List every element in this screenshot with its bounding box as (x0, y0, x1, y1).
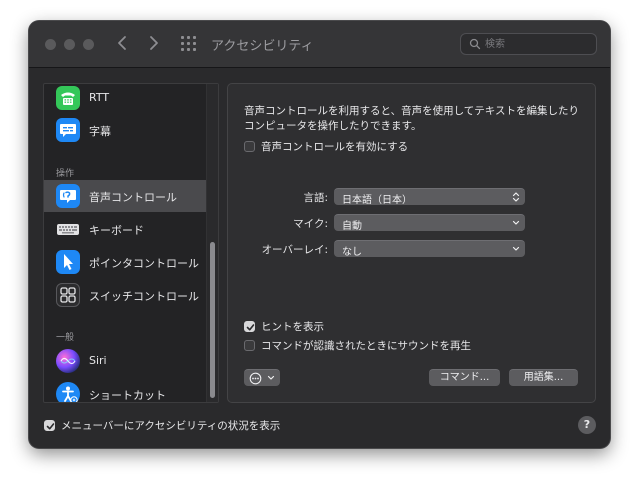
sidebar-item-label: キーボード (89, 224, 144, 237)
enable-voice-control-checkbox[interactable] (244, 141, 255, 152)
enable-voice-control-label: 音声コントロールを有効にする (261, 141, 409, 153)
section-header-motor: 操作 (56, 169, 75, 179)
voice-control-panel: 音声コントロールを利用すると、音声を使用してテキストを編集したりコンピュータを操… (227, 83, 596, 403)
language-select[interactable]: 日本語（日本） (334, 188, 525, 206)
sidebar-item-label: ショートカット (89, 389, 166, 402)
overlay-label: オーバーレイ: (261, 244, 328, 256)
checkmark-icon (46, 423, 55, 430)
switch-control-icon (56, 283, 80, 307)
panel-description: 音声コントロールを利用すると、音声を使用してテキストを編集したりコンピュータを操… (244, 105, 579, 132)
sidebar-item-shortcut[interactable]: ショートカット (44, 378, 206, 402)
chevron-down-icon (512, 220, 520, 225)
microphone-value: 自動 (342, 221, 362, 232)
chevron-down-icon (267, 375, 275, 380)
microphone-select[interactable]: 自動 (334, 214, 525, 232)
sidebar-item-label: 字幕 (89, 125, 111, 138)
language-label: 言語: (303, 192, 328, 204)
sidebar-item-label: RTT (89, 91, 110, 104)
minimize-window-button[interactable] (64, 39, 75, 50)
sidebar-item-label: Siri (89, 354, 107, 367)
sidebar-item-label: 音声コントロール (89, 191, 177, 204)
keyboard-icon (56, 217, 80, 241)
voice-control-icon (56, 184, 80, 208)
sidebar-item-label: スイッチコントロール (89, 290, 199, 303)
sidebar-item-rtt[interactable]: RTT (44, 84, 206, 114)
sidebar-item-keyboard[interactable]: キーボード (44, 213, 206, 245)
show-hints-label: ヒントを表示 (261, 321, 324, 333)
pointer-control-icon (56, 250, 80, 274)
updown-chevron-icon (512, 192, 520, 202)
chevron-left-icon (118, 36, 126, 50)
shortcut-icon (56, 382, 80, 402)
show-all-grid-icon[interactable] (181, 36, 199, 52)
sidebar-item-pointer-control[interactable]: ポインタコントロール (44, 246, 206, 278)
language-value: 日本語（日本） (342, 195, 412, 206)
close-window-button[interactable] (45, 39, 56, 50)
zoom-window-button[interactable] (83, 39, 94, 50)
rtt-icon (56, 86, 80, 110)
back-button[interactable] (113, 33, 133, 53)
captions-icon (56, 118, 80, 142)
checkmark-icon (246, 324, 255, 331)
sidebar: RTT 字幕 操作 音声コントロール キーボード ポインタコントロール スイッチ… (43, 83, 219, 403)
chevron-down-icon (512, 246, 520, 251)
sidebar-item-siri[interactable]: Siri (44, 345, 206, 377)
search-icon (469, 38, 481, 50)
preferences-window: アクセシビリティ 検索 RTT 字幕 操作 音声コントロール キーボード ポイン… (29, 21, 610, 448)
ellipsis-circle-icon (249, 372, 262, 385)
search-input[interactable] (485, 36, 589, 52)
help-button[interactable]: ? (578, 416, 596, 434)
overlay-select[interactable]: なし (334, 240, 525, 258)
sidebar-item-voice-control[interactable]: 音声コントロール (44, 180, 206, 212)
vocabulary-button[interactable]: 用語集... (509, 369, 578, 386)
overlay-value: なし (342, 247, 362, 258)
show-hints-checkbox[interactable] (244, 321, 255, 332)
sidebar-scroll-thumb[interactable] (210, 242, 215, 398)
play-sound-checkbox[interactable] (244, 340, 255, 351)
window-title: アクセシビリティ (211, 39, 314, 54)
chevron-right-icon (150, 36, 158, 50)
section-header-general: 一般 (56, 333, 75, 343)
siri-icon (56, 349, 80, 373)
show-in-menubar-label: メニューバーにアクセシビリティの状況を表示 (61, 420, 281, 432)
search-field[interactable] (460, 33, 597, 55)
forward-button[interactable] (143, 33, 163, 53)
title-bar: アクセシビリティ (29, 21, 610, 68)
microphone-label: マイク: (293, 218, 328, 230)
play-sound-label: コマンドが認識されたときにサウンドを再生 (261, 340, 471, 352)
show-in-menubar-checkbox[interactable] (44, 420, 55, 431)
more-options-button[interactable] (244, 369, 280, 386)
sidebar-item-label: ポインタコントロール (89, 257, 199, 270)
sidebar-item-captions[interactable]: 字幕 (44, 114, 206, 146)
commands-button[interactable]: コマンド... (429, 369, 500, 386)
sidebar-item-switch-control[interactable]: スイッチコントロール (44, 279, 206, 311)
